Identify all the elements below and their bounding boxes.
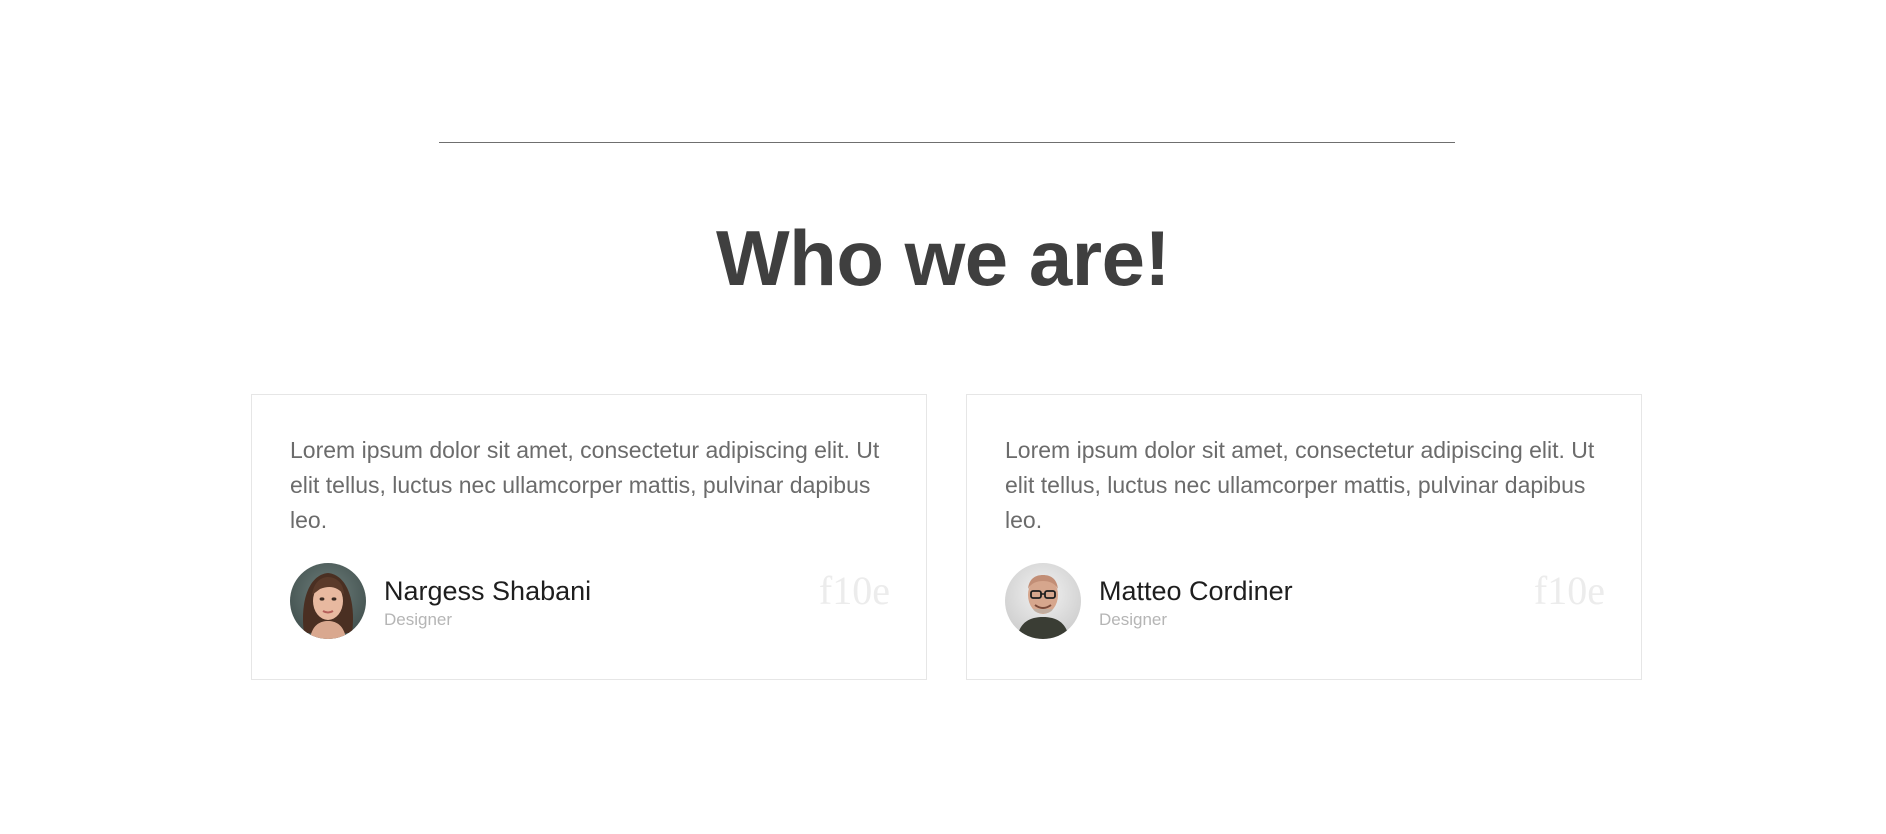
testimonials-grid: Lorem ipsum dolor sit amet, consectetur … bbox=[251, 394, 1643, 682]
avatar bbox=[290, 563, 366, 639]
testimonial-author: Nargess Shabani Designer f10e bbox=[290, 563, 890, 639]
testimonial-card: Lorem ipsum dolor sit amet, consectetur … bbox=[966, 394, 1642, 680]
section-title: Who we are! bbox=[716, 214, 1170, 302]
quote-icon: f10e bbox=[1533, 568, 1605, 613]
author-role: Designer bbox=[1099, 610, 1168, 629]
author-role: Designer bbox=[384, 610, 453, 629]
author-name: Matteo Cordiner bbox=[1099, 576, 1293, 606]
author-name: Nargess Shabani bbox=[384, 576, 592, 606]
testimonial-author: Matteo Cordiner Designer f10e bbox=[1005, 563, 1605, 639]
testimonial-text: Lorem ipsum dolor sit amet, consectetur … bbox=[1005, 437, 1595, 533]
testimonial-text: Lorem ipsum dolor sit amet, consectetur … bbox=[290, 437, 880, 533]
page: Who we are! Lorem ipsum dolor sit amet, … bbox=[0, 0, 1886, 834]
section-divider bbox=[439, 142, 1455, 143]
quote-icon: f10e bbox=[818, 568, 890, 613]
testimonial-card: Lorem ipsum dolor sit amet, consectetur … bbox=[251, 394, 927, 680]
avatar bbox=[1005, 563, 1081, 639]
